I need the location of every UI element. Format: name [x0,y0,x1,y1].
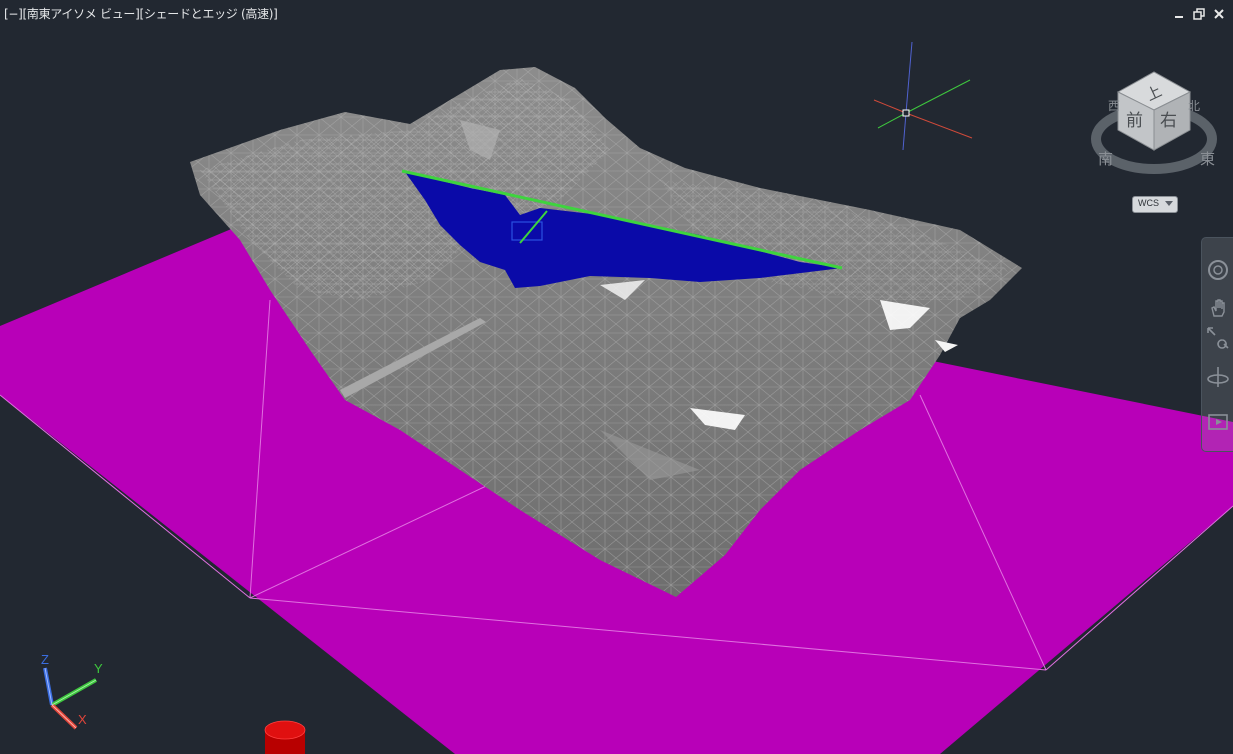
showmotion-icon[interactable] [1206,410,1230,434]
compass-east-label[interactable]: 東 [1200,150,1215,168]
ucs-icon[interactable]: Z Y X [41,652,103,730]
window-controls [1173,8,1225,20]
ucs-y-label: Y [94,661,103,676]
minimize-icon[interactable] [1173,8,1185,20]
wcs-label: WCS [1138,198,1159,208]
chevron-down-icon [1165,201,1173,206]
compass-north-label[interactable]: 北 [1188,99,1200,113]
viewcube-right-label: 右 [1160,111,1177,131]
restore-icon[interactable] [1193,8,1205,20]
compass-west-label[interactable]: 西 [1108,99,1120,113]
ucs-x-label: X [78,712,87,727]
close-icon[interactable] [1213,8,1225,20]
navigation-bar [1201,237,1233,452]
pivot-gizmo[interactable] [873,41,973,151]
wcs-menu-button[interactable]: WCS [1132,196,1178,213]
orbit-icon[interactable] [1206,365,1230,389]
viewcube[interactable]: 上 前 右 西 北 南 東 [1090,64,1220,184]
zoom-extents-icon[interactable] [1206,326,1230,350]
3d-scene[interactable]: Z Y X [0,0,1233,754]
compass-south-label[interactable]: 南 [1098,150,1113,168]
pan-icon[interactable] [1206,296,1230,320]
model-viewport[interactable]: Z Y X [−][南東アイソメ ビュー][シェードとエッジ (高速)] 上 前… [0,0,1233,754]
ucs-z-label: Z [41,652,49,667]
steering-wheel-icon[interactable] [1206,258,1230,282]
viewcube-front-label: 前 [1126,111,1143,131]
red-cylinder-object[interactable] [264,720,306,754]
viewport-controls-label[interactable]: [−][南東アイソメ ビュー][シェードとエッジ (高速)] [4,7,278,21]
